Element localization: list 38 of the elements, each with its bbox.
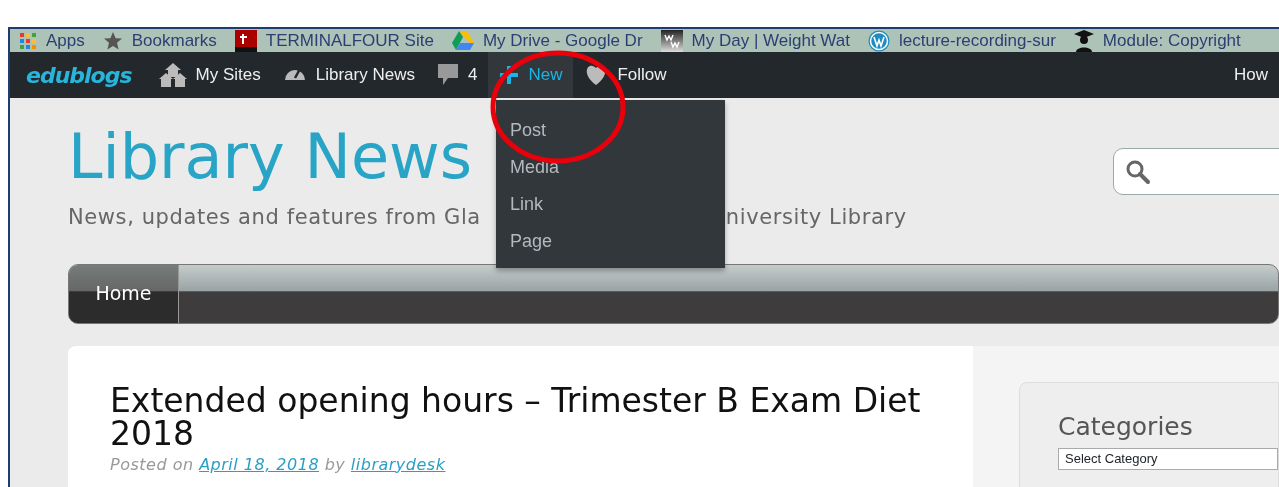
toolbar-link[interactable]: Library News xyxy=(271,52,426,98)
plus-icon xyxy=(499,65,520,85)
square-logo-icon xyxy=(660,29,683,52)
toolbar-link[interactable]: My Sites xyxy=(147,52,272,98)
graduate-icon xyxy=(1073,29,1094,52)
menu-link[interactable]: How xyxy=(1223,52,1279,98)
author-link[interactable]: librarydesk xyxy=(350,454,446,474)
menu-item[interactable]: Media xyxy=(496,149,725,186)
toolbar-link[interactable]: 4 xyxy=(425,52,489,98)
post-title: Extended opening hours – Trimester B Exam Diet 2018 xyxy=(110,383,922,450)
gauge-icon xyxy=(282,69,307,81)
menu-item[interactable]: Page xyxy=(496,223,725,260)
site-tagline: niversity Library xyxy=(725,204,907,231)
speech-bubble-icon xyxy=(436,63,459,87)
post-meta: Posted on April 18, 2018 by librarydesk xyxy=(110,453,447,476)
star-icon xyxy=(102,30,123,51)
search-field[interactable] xyxy=(1113,148,1279,195)
widget-heading: Categories xyxy=(1058,412,1194,440)
menu-item[interactable]: Post xyxy=(496,112,725,149)
date-link[interactable]: April 18, 2018 xyxy=(199,454,320,474)
apps-grid-icon xyxy=(19,31,37,50)
menu-item[interactable]: Link xyxy=(496,186,725,223)
nav-tab[interactable]: Home xyxy=(69,264,179,323)
circle-logo-icon xyxy=(867,29,890,52)
bookmark-link[interactable]: My Day | Weight Wat xyxy=(651,29,859,54)
site-logo[interactable]: edublogs xyxy=(10,58,148,92)
letter-tile-icon xyxy=(234,29,257,52)
triangle-logo-icon xyxy=(451,31,474,50)
category-select[interactable]: Select Category xyxy=(1058,448,1278,470)
bookmark-link[interactable]: lecture-recording-sur xyxy=(858,29,1065,54)
bookmark-link[interactable]: Module: Copyright xyxy=(1064,29,1250,54)
toolbar-link[interactable]: Follow xyxy=(573,52,678,98)
bookmark-link[interactable]: Apps xyxy=(10,29,94,54)
bookmark-link[interactable]: Bookmarks xyxy=(93,29,226,54)
houses-icon xyxy=(158,63,187,87)
bookmark-link[interactable]: TERMINALFOUR Site xyxy=(225,29,443,54)
site-tagline: News, updates and features from Gla xyxy=(68,204,481,231)
bookmark-link[interactable]: My Drive - Google Dr xyxy=(442,29,652,54)
